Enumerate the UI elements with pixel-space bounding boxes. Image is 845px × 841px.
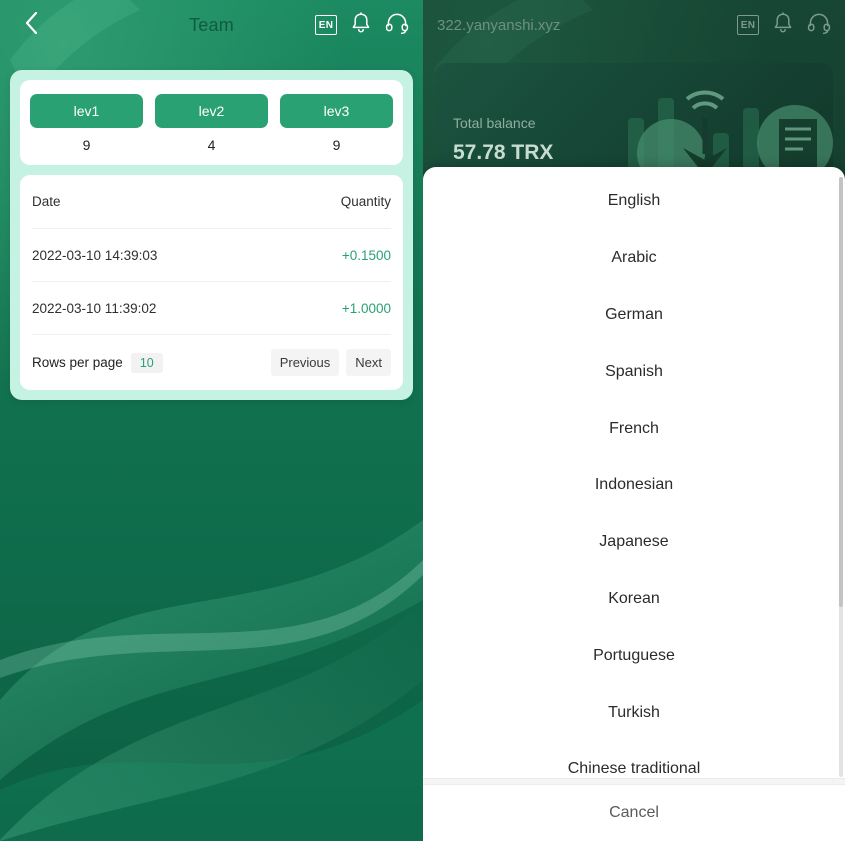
sheet-divider xyxy=(423,778,845,785)
column-header-date: Date xyxy=(32,194,61,209)
cell-date: 2022-03-10 14:39:03 xyxy=(32,247,158,263)
records-table: Date Quantity 2022-03-10 14:39:03 +0.150… xyxy=(20,175,403,390)
bell-icon[interactable] xyxy=(773,11,793,39)
levels-card: lev1 9 lev2 4 lev3 9 xyxy=(20,80,403,165)
language-sheet: English Arabic German Spanish French Ind… xyxy=(423,167,845,841)
left-header-actions: EN xyxy=(315,11,409,39)
level-column: lev3 9 xyxy=(280,94,393,153)
chevron-left-icon xyxy=(25,11,38,39)
rows-per-page-value[interactable]: 10 xyxy=(130,352,163,373)
back-button[interactable] xyxy=(14,8,48,42)
language-badge[interactable]: EN xyxy=(315,15,337,35)
language-option-korean[interactable]: Korean xyxy=(423,571,845,628)
screen: Team EN lev1 9 lev2 4 lev3 9 Date Quanti… xyxy=(0,0,845,841)
language-option-french[interactable]: French xyxy=(423,400,845,457)
language-option-indonesian[interactable]: Indonesian xyxy=(423,457,845,514)
site-domain: 322.yanyanshi.xyz xyxy=(437,16,561,34)
level-count-lev2: 4 xyxy=(207,137,216,153)
bell-icon[interactable] xyxy=(351,11,371,39)
language-badge[interactable]: EN xyxy=(737,15,759,35)
team-content-card: lev1 9 lev2 4 lev3 9 Date Quantity 2022-… xyxy=(10,70,413,400)
right-panel: 322.yanyanshi.xyz EN Total balance 57.78… xyxy=(423,0,845,841)
pagination-bar: Rows per page 10 Previous Next xyxy=(32,334,391,390)
table-header-row: Date Quantity xyxy=(32,175,391,228)
cell-quantity: +0.1500 xyxy=(341,247,391,263)
language-option-list[interactable]: English Arabic German Spanish French Ind… xyxy=(423,167,845,778)
previous-page-button[interactable]: Previous xyxy=(270,349,340,376)
right-header: 322.yanyanshi.xyz EN xyxy=(423,0,845,50)
levels-row: lev1 9 lev2 4 lev3 9 xyxy=(30,94,393,153)
balance-value: 57.78 TRX xyxy=(453,141,554,164)
rows-per-page-label: Rows per page xyxy=(32,355,123,370)
language-option-spanish[interactable]: Spanish xyxy=(423,343,845,400)
left-panel: Team EN lev1 9 lev2 4 lev3 9 Date Quanti… xyxy=(0,0,423,841)
table-row[interactable]: 2022-03-10 11:39:02 +1.0000 xyxy=(32,281,391,334)
language-option-turkish[interactable]: Turkish xyxy=(423,684,845,741)
language-option-chinese-traditional[interactable]: Chinese traditional xyxy=(423,741,845,778)
level-button-lev1[interactable]: lev1 xyxy=(30,94,143,128)
language-list-scrollbar[interactable] xyxy=(839,177,843,777)
language-option-german[interactable]: German xyxy=(423,287,845,344)
headset-icon[interactable] xyxy=(807,12,831,39)
table-row[interactable]: 2022-03-10 14:39:03 +0.1500 xyxy=(32,228,391,281)
left-header: Team EN xyxy=(0,0,423,50)
right-header-actions: EN xyxy=(737,11,831,39)
level-count-lev3: 9 xyxy=(332,137,341,153)
cell-date: 2022-03-10 11:39:02 xyxy=(32,300,157,316)
language-option-portuguese[interactable]: Portuguese xyxy=(423,627,845,684)
headset-icon[interactable] xyxy=(385,12,409,39)
cancel-button[interactable]: Cancel xyxy=(423,785,845,841)
language-option-japanese[interactable]: Japanese xyxy=(423,514,845,571)
level-button-lev3[interactable]: lev3 xyxy=(280,94,393,128)
language-option-arabic[interactable]: Arabic xyxy=(423,230,845,287)
balance-label: Total balance xyxy=(453,115,536,131)
level-column: lev2 4 xyxy=(155,94,268,153)
column-header-quantity: Quantity xyxy=(340,194,391,209)
level-button-lev2[interactable]: lev2 xyxy=(155,94,268,128)
cell-quantity: +1.0000 xyxy=(341,300,391,316)
language-option-english[interactable]: English xyxy=(423,173,845,230)
level-count-lev1: 9 xyxy=(82,137,91,153)
scrollbar-thumb[interactable] xyxy=(839,177,843,607)
next-page-button[interactable]: Next xyxy=(346,349,391,376)
level-column: lev1 9 xyxy=(30,94,143,153)
